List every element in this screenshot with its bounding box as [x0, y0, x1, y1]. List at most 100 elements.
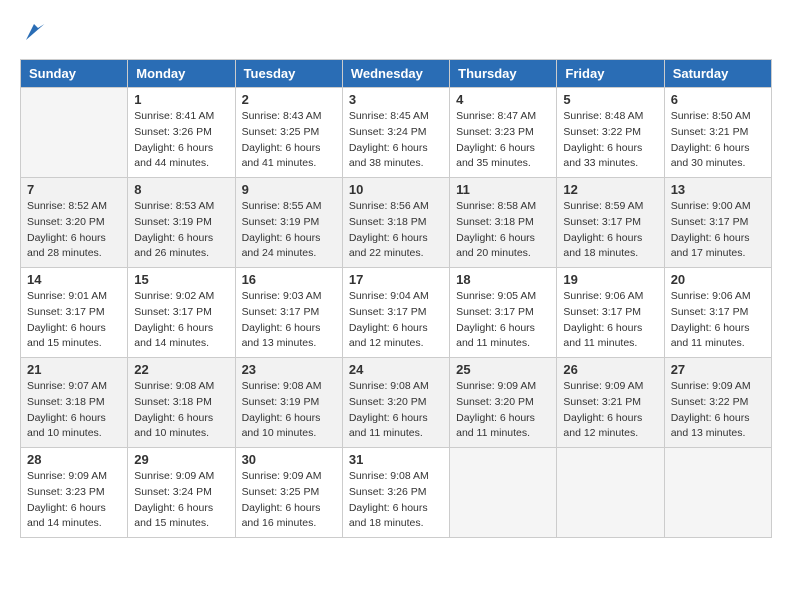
- calendar-week-row: 28 Sunrise: 9:09 AM Sunset: 3:23 PM Dayl…: [21, 448, 772, 538]
- calendar-cell: 22 Sunrise: 9:08 AM Sunset: 3:18 PM Dayl…: [128, 358, 235, 448]
- logo-bird-icon: [22, 20, 46, 44]
- calendar-cell: 5 Sunrise: 8:48 AM Sunset: 3:22 PM Dayli…: [557, 88, 664, 178]
- day-detail: Sunrise: 9:08 AM Sunset: 3:18 PM Dayligh…: [134, 379, 228, 442]
- calendar-cell: 3 Sunrise: 8:45 AM Sunset: 3:24 PM Dayli…: [342, 88, 449, 178]
- day-detail: Sunrise: 9:09 AM Sunset: 3:23 PM Dayligh…: [27, 469, 121, 532]
- day-number: 3: [349, 92, 443, 107]
- day-detail: Sunrise: 9:09 AM Sunset: 3:21 PM Dayligh…: [563, 379, 657, 442]
- day-detail: Sunrise: 8:56 AM Sunset: 3:18 PM Dayligh…: [349, 199, 443, 262]
- calendar-cell: 29 Sunrise: 9:09 AM Sunset: 3:24 PM Dayl…: [128, 448, 235, 538]
- day-number: 7: [27, 182, 121, 197]
- day-number: 10: [349, 182, 443, 197]
- day-number: 28: [27, 452, 121, 467]
- day-detail: Sunrise: 9:06 AM Sunset: 3:17 PM Dayligh…: [671, 289, 765, 352]
- day-detail: Sunrise: 8:41 AM Sunset: 3:26 PM Dayligh…: [134, 109, 228, 172]
- day-detail: Sunrise: 9:00 AM Sunset: 3:17 PM Dayligh…: [671, 199, 765, 262]
- day-number: 30: [242, 452, 336, 467]
- weekday-header-wednesday: Wednesday: [342, 60, 449, 88]
- calendar-cell: 20 Sunrise: 9:06 AM Sunset: 3:17 PM Dayl…: [664, 268, 771, 358]
- calendar-cell: 30 Sunrise: 9:09 AM Sunset: 3:25 PM Dayl…: [235, 448, 342, 538]
- day-number: 26: [563, 362, 657, 377]
- day-number: 20: [671, 272, 765, 287]
- day-detail: Sunrise: 9:09 AM Sunset: 3:20 PM Dayligh…: [456, 379, 550, 442]
- day-detail: Sunrise: 9:07 AM Sunset: 3:18 PM Dayligh…: [27, 379, 121, 442]
- calendar-week-row: 14 Sunrise: 9:01 AM Sunset: 3:17 PM Dayl…: [21, 268, 772, 358]
- calendar-cell: 19 Sunrise: 9:06 AM Sunset: 3:17 PM Dayl…: [557, 268, 664, 358]
- weekday-header-monday: Monday: [128, 60, 235, 88]
- day-detail: Sunrise: 8:59 AM Sunset: 3:17 PM Dayligh…: [563, 199, 657, 262]
- calendar-cell: 25 Sunrise: 9:09 AM Sunset: 3:20 PM Dayl…: [450, 358, 557, 448]
- day-detail: Sunrise: 9:08 AM Sunset: 3:20 PM Dayligh…: [349, 379, 443, 442]
- calendar-cell: 27 Sunrise: 9:09 AM Sunset: 3:22 PM Dayl…: [664, 358, 771, 448]
- logo: [20, 20, 46, 49]
- calendar-cell: 14 Sunrise: 9:01 AM Sunset: 3:17 PM Dayl…: [21, 268, 128, 358]
- day-number: 24: [349, 362, 443, 377]
- day-number: 31: [349, 452, 443, 467]
- day-detail: Sunrise: 8:48 AM Sunset: 3:22 PM Dayligh…: [563, 109, 657, 172]
- day-detail: Sunrise: 9:08 AM Sunset: 3:19 PM Dayligh…: [242, 379, 336, 442]
- day-number: 13: [671, 182, 765, 197]
- day-number: 14: [27, 272, 121, 287]
- calendar-cell: 28 Sunrise: 9:09 AM Sunset: 3:23 PM Dayl…: [21, 448, 128, 538]
- day-detail: Sunrise: 9:09 AM Sunset: 3:24 PM Dayligh…: [134, 469, 228, 532]
- day-detail: Sunrise: 9:05 AM Sunset: 3:17 PM Dayligh…: [456, 289, 550, 352]
- calendar-cell: 13 Sunrise: 9:00 AM Sunset: 3:17 PM Dayl…: [664, 178, 771, 268]
- day-detail: Sunrise: 9:04 AM Sunset: 3:17 PM Dayligh…: [349, 289, 443, 352]
- calendar-week-row: 21 Sunrise: 9:07 AM Sunset: 3:18 PM Dayl…: [21, 358, 772, 448]
- calendar-cell: [450, 448, 557, 538]
- calendar-cell: 23 Sunrise: 9:08 AM Sunset: 3:19 PM Dayl…: [235, 358, 342, 448]
- day-number: 25: [456, 362, 550, 377]
- weekday-header-row: SundayMondayTuesdayWednesdayThursdayFrid…: [21, 60, 772, 88]
- day-detail: Sunrise: 8:52 AM Sunset: 3:20 PM Dayligh…: [27, 199, 121, 262]
- day-detail: Sunrise: 9:08 AM Sunset: 3:26 PM Dayligh…: [349, 469, 443, 532]
- calendar-cell: [557, 448, 664, 538]
- calendar-cell: 7 Sunrise: 8:52 AM Sunset: 3:20 PM Dayli…: [21, 178, 128, 268]
- weekday-header-tuesday: Tuesday: [235, 60, 342, 88]
- day-number: 5: [563, 92, 657, 107]
- day-number: 23: [242, 362, 336, 377]
- day-number: 19: [563, 272, 657, 287]
- day-number: 9: [242, 182, 336, 197]
- day-number: 15: [134, 272, 228, 287]
- page-header: [20, 20, 772, 49]
- calendar-cell: 8 Sunrise: 8:53 AM Sunset: 3:19 PM Dayli…: [128, 178, 235, 268]
- calendar-cell: 18 Sunrise: 9:05 AM Sunset: 3:17 PM Dayl…: [450, 268, 557, 358]
- calendar-cell: 17 Sunrise: 9:04 AM Sunset: 3:17 PM Dayl…: [342, 268, 449, 358]
- day-number: 18: [456, 272, 550, 287]
- day-number: 21: [27, 362, 121, 377]
- calendar-week-row: 1 Sunrise: 8:41 AM Sunset: 3:26 PM Dayli…: [21, 88, 772, 178]
- logo-text: [20, 20, 46, 49]
- day-detail: Sunrise: 8:43 AM Sunset: 3:25 PM Dayligh…: [242, 109, 336, 172]
- day-number: 29: [134, 452, 228, 467]
- day-number: 17: [349, 272, 443, 287]
- weekday-header-sunday: Sunday: [21, 60, 128, 88]
- calendar-cell: 1 Sunrise: 8:41 AM Sunset: 3:26 PM Dayli…: [128, 88, 235, 178]
- calendar-cell: 24 Sunrise: 9:08 AM Sunset: 3:20 PM Dayl…: [342, 358, 449, 448]
- calendar-cell: 12 Sunrise: 8:59 AM Sunset: 3:17 PM Dayl…: [557, 178, 664, 268]
- calendar-cell: 26 Sunrise: 9:09 AM Sunset: 3:21 PM Dayl…: [557, 358, 664, 448]
- day-number: 8: [134, 182, 228, 197]
- calendar-cell: [664, 448, 771, 538]
- calendar-cell: 31 Sunrise: 9:08 AM Sunset: 3:26 PM Dayl…: [342, 448, 449, 538]
- calendar-week-row: 7 Sunrise: 8:52 AM Sunset: 3:20 PM Dayli…: [21, 178, 772, 268]
- calendar-cell: 21 Sunrise: 9:07 AM Sunset: 3:18 PM Dayl…: [21, 358, 128, 448]
- calendar-cell: 11 Sunrise: 8:58 AM Sunset: 3:18 PM Dayl…: [450, 178, 557, 268]
- day-detail: Sunrise: 9:03 AM Sunset: 3:17 PM Dayligh…: [242, 289, 336, 352]
- day-number: 12: [563, 182, 657, 197]
- calendar-cell: 16 Sunrise: 9:03 AM Sunset: 3:17 PM Dayl…: [235, 268, 342, 358]
- calendar-table: SundayMondayTuesdayWednesdayThursdayFrid…: [20, 59, 772, 538]
- day-number: 11: [456, 182, 550, 197]
- calendar-cell: 10 Sunrise: 8:56 AM Sunset: 3:18 PM Dayl…: [342, 178, 449, 268]
- day-detail: Sunrise: 9:01 AM Sunset: 3:17 PM Dayligh…: [27, 289, 121, 352]
- weekday-header-friday: Friday: [557, 60, 664, 88]
- day-number: 27: [671, 362, 765, 377]
- day-detail: Sunrise: 8:58 AM Sunset: 3:18 PM Dayligh…: [456, 199, 550, 262]
- day-detail: Sunrise: 9:09 AM Sunset: 3:25 PM Dayligh…: [242, 469, 336, 532]
- calendar-cell: 4 Sunrise: 8:47 AM Sunset: 3:23 PM Dayli…: [450, 88, 557, 178]
- calendar-cell: 9 Sunrise: 8:55 AM Sunset: 3:19 PM Dayli…: [235, 178, 342, 268]
- day-detail: Sunrise: 8:47 AM Sunset: 3:23 PM Dayligh…: [456, 109, 550, 172]
- calendar-cell: 6 Sunrise: 8:50 AM Sunset: 3:21 PM Dayli…: [664, 88, 771, 178]
- day-detail: Sunrise: 8:53 AM Sunset: 3:19 PM Dayligh…: [134, 199, 228, 262]
- day-detail: Sunrise: 9:09 AM Sunset: 3:22 PM Dayligh…: [671, 379, 765, 442]
- day-number: 1: [134, 92, 228, 107]
